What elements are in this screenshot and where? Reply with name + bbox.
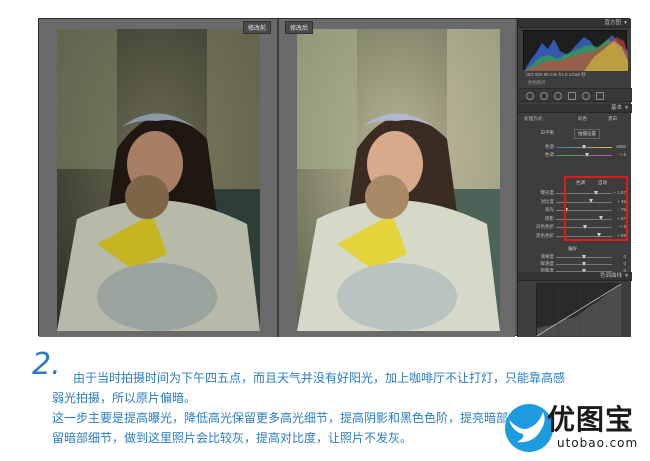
tint-value[interactable]: + 6 bbox=[620, 151, 626, 159]
logo-name: 优图宝 bbox=[547, 403, 635, 436]
temp-knob[interactable] bbox=[582, 144, 586, 149]
blacks-label: 黑色色阶 bbox=[536, 232, 554, 238]
article-line: 留暗部细节，做到这里照片会比较灰，提高对比度，让照片不发灰。 bbox=[52, 431, 413, 445]
temp-row: 色温 4800 bbox=[518, 143, 632, 151]
histogram-title: 直方图 bbox=[604, 20, 621, 26]
highlights-label: 高光 bbox=[545, 207, 554, 212]
article-line: 这一步主要是提高曝光，降低高光保留更多高光细节，提高阴影和黑色色阶，提亮暗部，保 bbox=[52, 411, 533, 425]
histogram-header[interactable]: 直方图 ▼ bbox=[518, 19, 631, 28]
after-pane: 修改后 bbox=[277, 19, 515, 337]
temp-value[interactable]: 4800 bbox=[616, 143, 626, 151]
after-photo bbox=[297, 29, 500, 331]
treatment-color[interactable]: 彩色 bbox=[578, 115, 587, 123]
red-eye-tool-icon[interactable] bbox=[554, 92, 562, 100]
shadows-label: 阴影 bbox=[545, 215, 554, 221]
spot-removal-tool-icon[interactable] bbox=[540, 92, 548, 100]
contrast-label: 对比度 bbox=[540, 198, 555, 204]
logo-url: utobao.com bbox=[557, 436, 639, 450]
temp-label: 色温 bbox=[545, 144, 554, 149]
before-label: 修改前 bbox=[242, 21, 271, 34]
basic-header[interactable]: 基本 ▼ bbox=[518, 104, 632, 113]
wb-select[interactable]: 拍摄设置 bbox=[574, 129, 600, 139]
basic-title: 基本 bbox=[610, 105, 622, 111]
develop-panel: 直方图 ▼ ISO 800 85 mm f/1.8 1/160 秒 原始照片 基… bbox=[517, 19, 632, 337]
after-label: 修改后 bbox=[285, 21, 314, 34]
tone-curve-header[interactable]: 色调曲线 ▼ bbox=[518, 272, 632, 281]
collapse-triangle-icon[interactable]: ▼ bbox=[624, 272, 629, 281]
histogram bbox=[523, 30, 628, 71]
tone-curve-title: 色调曲线 bbox=[599, 273, 622, 279]
collapse-triangle-icon[interactable]: ▼ bbox=[623, 19, 628, 28]
collapse-triangle-icon[interactable]: ▼ bbox=[624, 104, 629, 113]
before-pane: 修改前 bbox=[39, 19, 277, 337]
vibrance-knob[interactable] bbox=[581, 261, 586, 266]
tone-curve-graph[interactable] bbox=[536, 283, 622, 337]
graduated-filter-icon[interactable] bbox=[568, 92, 576, 100]
article-line: 由于当时拍摄时间为下午四五点，而且天气并没有好阳光，加上咖啡厅不让打灯，只能靠高… bbox=[73, 371, 566, 385]
tint-slider[interactable] bbox=[556, 155, 612, 156]
whites-label: 白色色阶 bbox=[536, 224, 554, 229]
wb-label: 白平衡 bbox=[540, 130, 555, 135]
adjustment-brush-icon[interactable] bbox=[596, 92, 604, 100]
tint-knob[interactable] bbox=[585, 152, 589, 157]
tint-label: 色调 bbox=[545, 152, 554, 157]
treatment-label: 处理方式： bbox=[524, 116, 547, 121]
presence-label: 偏好 bbox=[568, 246, 577, 251]
step-number: 2. bbox=[32, 347, 61, 382]
treatment-bw[interactable]: 黑白 bbox=[608, 115, 617, 123]
clarity-knob[interactable] bbox=[581, 254, 586, 259]
highlight-box bbox=[564, 176, 628, 241]
before-photo bbox=[57, 29, 260, 331]
tool-strip bbox=[518, 88, 632, 102]
lightroom-screenshot: 修改前 修改后 直方图 ▼ ISO 800 85 mm f/1.8 1/160 … bbox=[38, 18, 632, 337]
histogram-readout: ISO 800 85 mm f/1.8 1/160 秒 bbox=[526, 72, 586, 77]
exposure-label: 曝光度 bbox=[540, 190, 555, 195]
tint-row: 色调 + 6 bbox=[518, 151, 632, 159]
utobao-logo: 优图宝 utobao.com bbox=[497, 392, 647, 458]
crop-tool-icon[interactable] bbox=[526, 92, 534, 100]
radial-filter-icon[interactable] bbox=[582, 92, 590, 100]
article-line: 弱光拍摄，所以原片偏暗。 bbox=[52, 391, 197, 405]
original-photo-note: 原始照片 bbox=[528, 80, 546, 85]
presence-row: 偏好 bbox=[518, 245, 632, 253]
treatment-row: 处理方式： 彩色 黑白 bbox=[518, 115, 632, 123]
white-balance-row: 白平衡 拍摄设置 bbox=[518, 129, 632, 139]
